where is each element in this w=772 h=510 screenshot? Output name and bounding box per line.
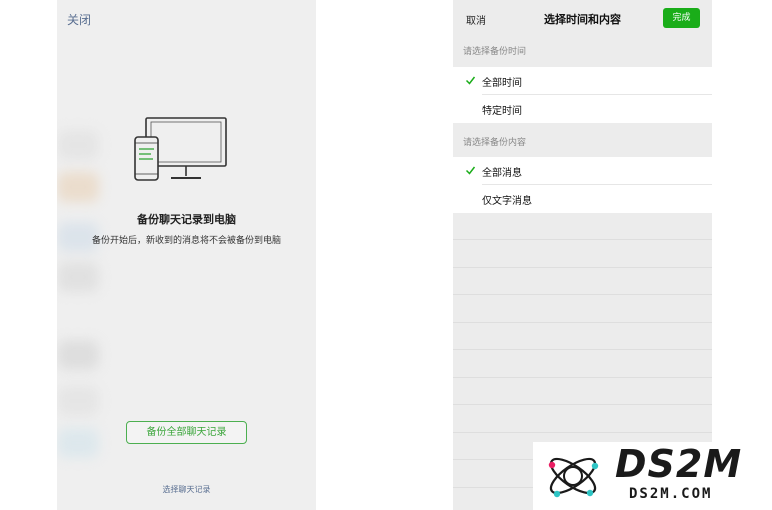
option-label: 全部消息 bbox=[482, 168, 522, 179]
empty-line bbox=[453, 267, 712, 268]
option-text-messages-only[interactable]: 仅文字消息 bbox=[453, 185, 712, 213]
blurred-bg-item bbox=[57, 262, 99, 292]
empty-line bbox=[453, 404, 712, 405]
watermark-text: DS2M bbox=[615, 442, 743, 486]
option-specific-time[interactable]: 特定时间 bbox=[453, 95, 712, 123]
empty-line bbox=[453, 377, 712, 378]
blurred-bg-item bbox=[57, 172, 99, 202]
section-header-time: 请选择备份时间 bbox=[463, 47, 527, 57]
empty-line bbox=[453, 322, 712, 323]
atom-logo-icon bbox=[548, 457, 599, 498]
close-button[interactable]: 关闭 bbox=[67, 11, 91, 28]
option-label: 仅文字消息 bbox=[482, 196, 532, 207]
done-button[interactable]: 完成 bbox=[663, 8, 700, 28]
watermark: DS2M DS2M.COM bbox=[533, 442, 772, 510]
option-label: 特定时间 bbox=[482, 106, 522, 117]
checkmark-icon bbox=[465, 166, 476, 175]
empty-line bbox=[453, 239, 712, 240]
blurred-bg-item bbox=[57, 130, 99, 160]
watermark-subtext: DS2M.COM bbox=[629, 486, 713, 502]
phone-monitor-icon bbox=[134, 117, 227, 181]
empty-line bbox=[453, 432, 712, 433]
page-title: 备份聊天记录到电脑 bbox=[137, 213, 236, 226]
blurred-bg-item bbox=[57, 340, 99, 370]
section-header-content: 请选择备份内容 bbox=[463, 138, 527, 148]
empty-line bbox=[453, 349, 712, 350]
backup-to-pc-screen: 关闭 备份聊天记录到电脑 备份开始后，新收到的消息将不会被备份到电脑 备份全部聊… bbox=[57, 0, 316, 510]
select-time-content-screen: 取消 选择时间和内容 完成 请选择备份时间 全部时间 特定时间 请选择备份内容 … bbox=[453, 0, 712, 510]
navigation-bar: 取消 选择时间和内容 完成 bbox=[453, 0, 712, 38]
select-records-link[interactable]: 选择聊天记录 bbox=[57, 484, 316, 495]
checkmark-icon bbox=[465, 76, 476, 85]
page-subtitle: 备份开始后，新收到的消息将不会被备份到电脑 bbox=[91, 236, 281, 246]
backup-all-button[interactable]: 备份全部聊天记录 bbox=[126, 421, 247, 444]
option-all-messages[interactable]: 全部消息 bbox=[453, 157, 712, 185]
option-all-time[interactable]: 全部时间 bbox=[453, 67, 712, 95]
empty-line bbox=[453, 294, 712, 295]
blurred-bg-item bbox=[57, 428, 99, 458]
blurred-bg-item bbox=[57, 386, 99, 416]
option-label: 全部时间 bbox=[482, 78, 522, 89]
